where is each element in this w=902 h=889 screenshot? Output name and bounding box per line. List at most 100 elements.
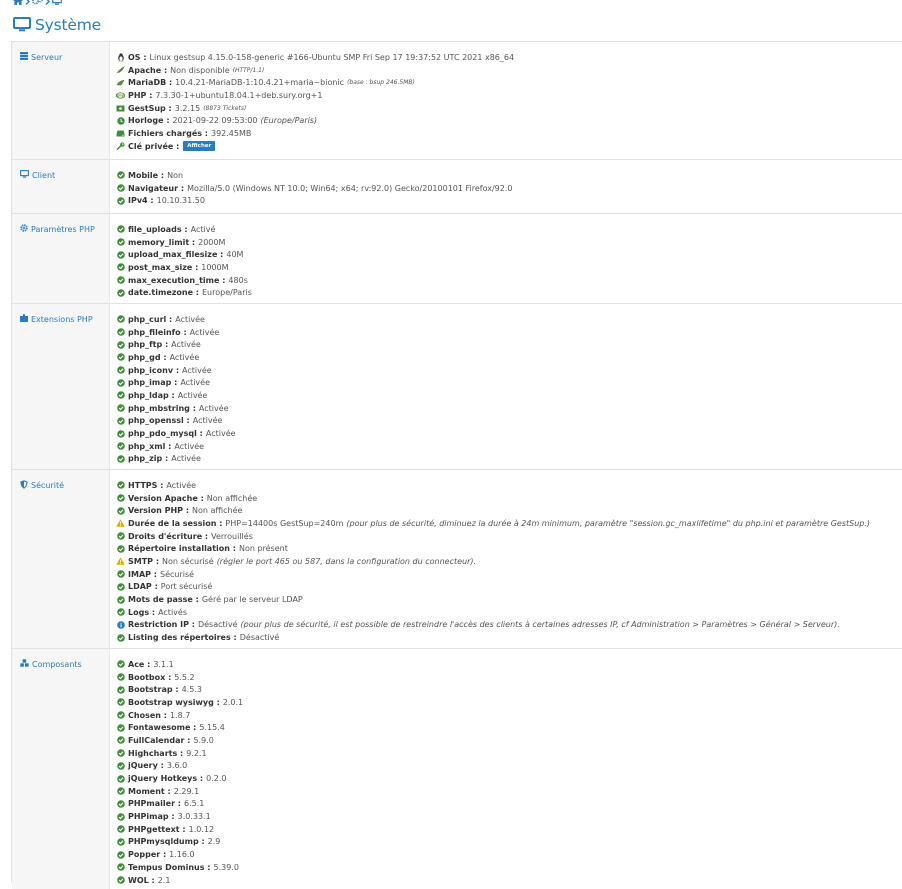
info-key: PHPimap : (128, 812, 175, 822)
check-circle-icon (116, 570, 125, 579)
check-circle-icon (116, 850, 125, 859)
info-row: Listing des répertoires : Désactivé (116, 631, 870, 644)
check-circle-icon (116, 595, 125, 604)
info-row: PHPimap :3.0.33.1 (116, 810, 243, 823)
puzzle-icon (20, 314, 28, 324)
check-circle-icon (116, 378, 125, 387)
info-row: Logs : Activés (116, 606, 870, 619)
info-key: Fontawesome : (128, 723, 197, 733)
info-value: Activée (205, 429, 236, 439)
check-circle-icon (116, 481, 125, 490)
info-key: Mobile : (128, 170, 165, 180)
info-value: 5.5.2 (174, 672, 195, 682)
info-value: 2.9 (207, 837, 221, 847)
info-row: Navigateur : Mozilla/5.0 (Windows NT 10.0… (116, 182, 513, 195)
check-circle-icon (116, 353, 125, 362)
home-icon[interactable] (13, 0, 23, 5)
info-key: Droits d'écriture : (128, 531, 209, 541)
check-circle-icon (116, 825, 125, 834)
section-php-params: Paramètres PHP file_uploads : Activé memor… (12, 213, 902, 304)
warning-icon (116, 519, 125, 528)
info-key: date.timezone : (128, 288, 199, 298)
desktop-icon[interactable] (52, 0, 62, 5)
info-key: Ace : (128, 659, 151, 669)
info-row: Apache : Non disponible (HTTP/1.1) (116, 64, 514, 77)
check-circle-icon (116, 774, 125, 783)
info-value: 5.39.0 (213, 862, 239, 872)
check-circle-icon (116, 263, 125, 272)
info-row: php PHP :7.3.30-1+ubuntu18.04.1+deb.sury.… (116, 90, 323, 100)
info-key: php_zip : (128, 454, 169, 464)
info-key: memory_limit : (128, 237, 196, 247)
check-circle-icon (116, 184, 125, 193)
info-key: php_gd : (128, 352, 167, 362)
server-icon (20, 52, 28, 62)
section-securite: Sécurité HTTPS : Activée Version Apache :N… (12, 469, 902, 649)
info-value: 3.6.0 (166, 761, 188, 771)
info-value: 1.8.7 (169, 710, 191, 720)
info-value: 4.5.3 (181, 685, 202, 695)
check-circle-icon (116, 442, 125, 451)
check-circle-icon (116, 673, 125, 682)
info-key: Restriction IP : (128, 620, 195, 630)
info-key: max_execution_time : (128, 275, 226, 285)
info-value: 40M (226, 250, 244, 260)
page-title-text: Système (35, 16, 101, 34)
info-key: LDAP : (128, 582, 158, 592)
show-private-key-button[interactable]: Afficher (183, 141, 216, 152)
info-value: PHP=14400s GestSup=240m (225, 518, 344, 528)
info-row: OS : Linux gestsup 4.15.0-158-generic #16… (116, 51, 514, 64)
info-value: 9.2.1 (186, 748, 207, 758)
section-php-extensions: Extensions PHP php_curl : Activée php_file… (12, 303, 902, 470)
info-row: PHPgettext :1.0.12 (116, 823, 243, 836)
check-circle-icon (116, 787, 125, 796)
info-row: HTTPS : Activée (116, 479, 870, 492)
shield-icon (20, 480, 28, 491)
info-value: Activée (192, 416, 223, 426)
info-value: Activée (182, 365, 212, 375)
info-row: Mobile : Non (116, 169, 513, 182)
svg-text:php: php (117, 94, 124, 98)
check-circle-icon (116, 799, 125, 808)
check-circle-icon (116, 340, 125, 349)
info-row: Mots de passe : Géré par le serveur LDAP (116, 593, 870, 606)
info-key: php_iconv : (128, 365, 180, 375)
check-circle-icon (116, 506, 125, 515)
info-key: Bootbox : (128, 672, 172, 682)
info-row: Droits d'écriture : Verrouillés (116, 530, 870, 543)
info-key: HTTPS : (128, 480, 164, 490)
check-circle-icon (116, 416, 125, 425)
info-key: Listing des répertoires : (128, 633, 237, 643)
check-circle-icon (116, 404, 125, 413)
section-label: Serveur (20, 52, 62, 62)
info-row: post_max_size :1000M (116, 261, 252, 274)
check-circle-icon (116, 761, 125, 770)
info-row: jQuery :3.6.0 (116, 760, 243, 773)
info-key: Moment : (128, 786, 171, 796)
info-key: php_ftp : (128, 340, 169, 350)
clock-icon (116, 116, 125, 125)
info-row: php_fileinfo : Activée (116, 326, 236, 339)
section-composants: Composants Ace :3.1.1 Bootbox :5.5.2 Boots… (12, 648, 902, 889)
info-row: Moment :2.29.1 (116, 785, 243, 798)
info-row: php_xml : Activée (116, 440, 236, 453)
info-value: 10.10.31.50 (156, 196, 205, 206)
info-row: Chosen :1.8.7 (116, 709, 243, 722)
info-row: GestSup :3.2.15 (8873 Tickets) (116, 102, 514, 115)
cogs-icon[interactable] (32, 0, 43, 5)
info-row: Fichiers chargés :392.45MB (116, 127, 514, 140)
info-value: 1.0.12 (188, 824, 215, 834)
info-row: Répertoire installation : Non présent (116, 542, 870, 555)
info-value: 3.1.1 (153, 659, 174, 669)
info-row: MariaDB :10.4.21-MariaDB-1:10.4.21+maria… (116, 76, 514, 89)
section-label: Client (20, 170, 55, 180)
seal-icon (116, 78, 125, 87)
info-value: 1.16.0 (169, 850, 195, 860)
section-label: Sécurité (20, 480, 64, 491)
info-key: Logs : (128, 607, 156, 617)
info-key: FullCalendar : (128, 735, 191, 745)
info-row: upload_max_filesize :40M (116, 248, 252, 261)
breadcrumb (13, 0, 62, 6)
info-row: php_imap : Activée (116, 376, 236, 389)
info-row: IMAP : Sécurisé (116, 568, 870, 581)
